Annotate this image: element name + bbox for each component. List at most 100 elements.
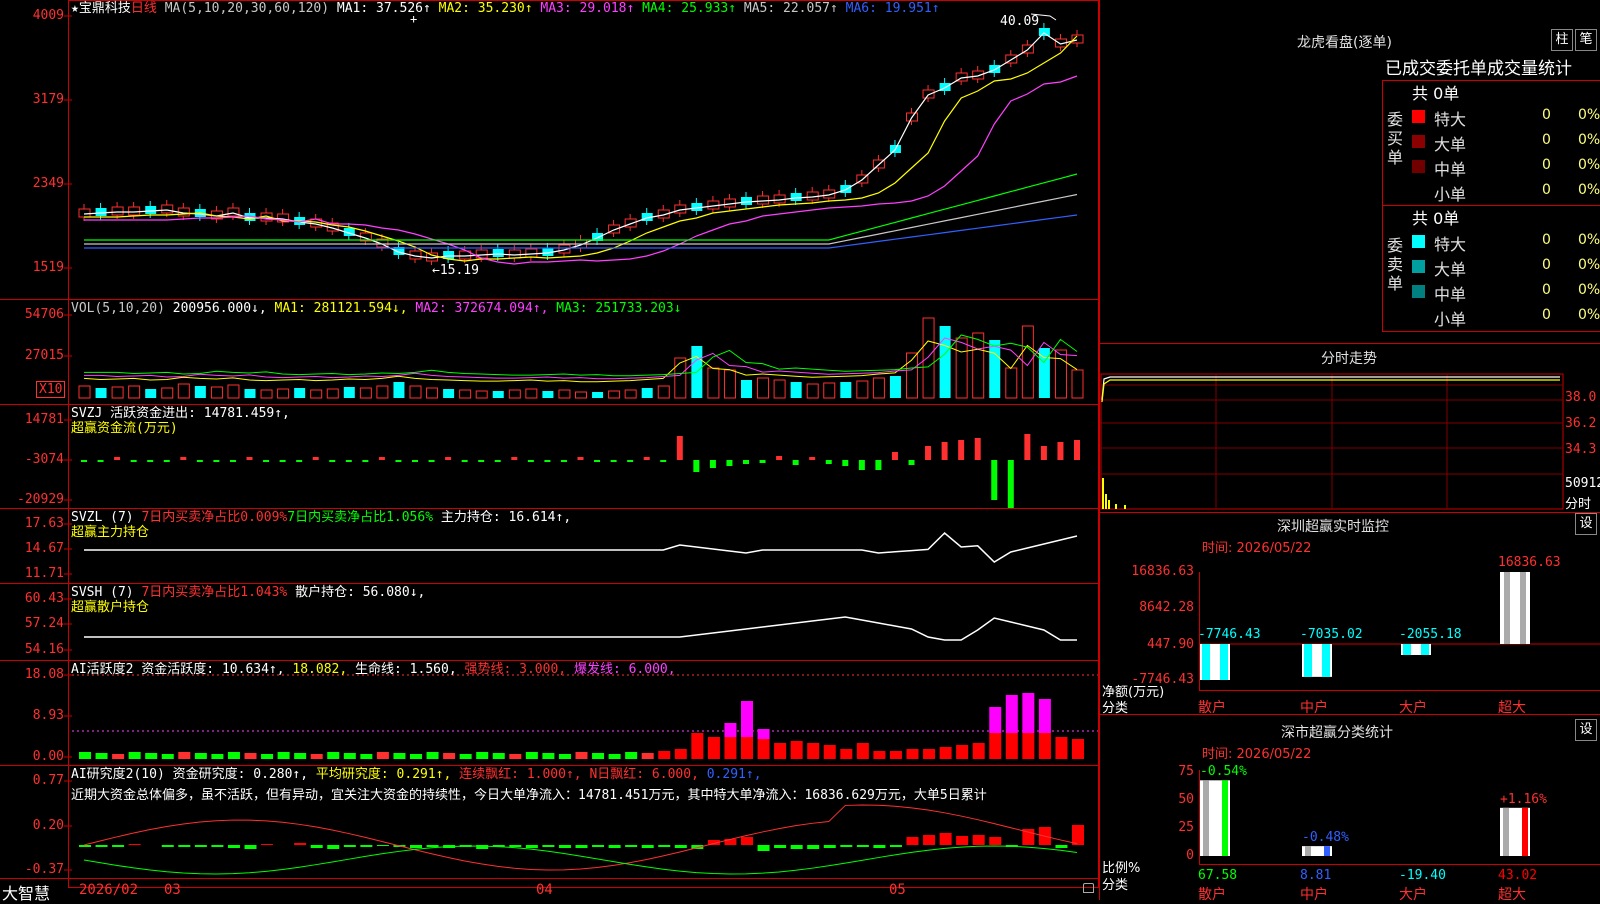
- ma-item-5: MA5: 22.057↑: [736, 1, 838, 16]
- ai-research-header: AI研究度2(10) 资金研究度: 0.280↑, 平均研究度: 0.291↑,…: [71, 767, 762, 782]
- monitor-bar-stripe: [1403, 644, 1411, 655]
- activity-bar: [575, 752, 588, 759]
- volume-bar: [575, 391, 587, 399]
- activity-bar-burst: [757, 729, 770, 739]
- activity-bar: [95, 753, 108, 759]
- activity-bar: [873, 751, 886, 759]
- volume-bar: [194, 386, 206, 398]
- research-bar: [939, 833, 952, 845]
- research-bar: [873, 845, 886, 848]
- classify-delta-0: -0.54%: [1200, 764, 1247, 780]
- classify-bar-中户: [1302, 846, 1332, 856]
- candle-body: [161, 204, 174, 214]
- research-bar: [112, 845, 125, 847]
- activity-bar: [790, 741, 803, 759]
- fund-flow-bar: [991, 460, 998, 500]
- legend-swatch: [1412, 260, 1425, 273]
- buy-row-2: 中单 0 0%: [1412, 155, 1600, 179]
- research-bar: [674, 845, 687, 848]
- fund-flow-bar: [1024, 434, 1031, 460]
- fund-flow-bar: [908, 460, 915, 465]
- buy-row-3: 小单 0 0%: [1412, 180, 1600, 204]
- monitor-cat-3: 超大: [1498, 700, 1526, 716]
- monitor-value-3: 16836.63: [1498, 555, 1561, 570]
- row-pct: 0%: [1578, 107, 1600, 123]
- volume-bar: [210, 386, 223, 399]
- volume-bar: [492, 391, 504, 398]
- research-bar: [757, 845, 770, 851]
- row-pct: 0%: [1578, 307, 1600, 323]
- activity-bar: [476, 752, 489, 759]
- activity-bar: [327, 752, 340, 759]
- dzh-logo[interactable]: 大智慧: [2, 880, 50, 904]
- classify-settings-button[interactable]: 设: [1575, 719, 1597, 741]
- row-count: 0: [1542, 257, 1551, 273]
- vol-axis-1: 27015: [24, 348, 64, 363]
- volume-bar: [277, 388, 290, 399]
- fund-flow-bar: [693, 460, 700, 472]
- candle-body: [78, 208, 91, 218]
- retail-position-line: [84, 616, 1077, 641]
- favorite-star-icon[interactable]: ★: [71, 1, 79, 16]
- longhu-title: 龙虎看盘(逐单): [1297, 35, 1392, 51]
- monitor-cat-0: 散户: [1198, 700, 1226, 716]
- fenshi-title[interactable]: 分时走势: [1321, 348, 1377, 368]
- volume-bar: [741, 380, 752, 398]
- activity-bar: [145, 753, 158, 759]
- research-bar: [741, 837, 753, 845]
- volume-bar: [972, 332, 985, 399]
- fund-flow-bar: [263, 460, 270, 462]
- ai2-axis-1: 8.93: [32, 708, 64, 723]
- bar-mode-button[interactable]: 柱: [1551, 29, 1573, 51]
- ma-item-2: MA2: 35.230↑: [430, 1, 533, 16]
- activity-bar: [360, 754, 373, 759]
- volume-bar: [723, 369, 736, 399]
- classify-axis-3: 0: [1186, 848, 1194, 863]
- volume-bar: [78, 385, 91, 399]
- row-count: 0: [1542, 157, 1551, 173]
- activity-bar: [211, 754, 224, 759]
- fund-flow-bar: [445, 457, 452, 460]
- fund-flow-bar: [1040, 446, 1047, 460]
- classify-bar-散户: [1200, 780, 1230, 856]
- classify-bar-stripe: [1522, 807, 1528, 856]
- res-axis-2: -0.37: [24, 862, 64, 877]
- activity-bar: [542, 753, 555, 759]
- fund-flow-bar: [925, 446, 932, 460]
- row-count: 0: [1542, 132, 1551, 148]
- tick-mode-button[interactable]: 笔: [1575, 29, 1597, 51]
- row-count: 0: [1542, 307, 1551, 323]
- candle-body: [757, 195, 770, 205]
- candle-body: [111, 206, 124, 216]
- ma-header: ★宝鼎科技日线 MA(5,10,20,30,60,120) MA1: 37.52…: [71, 1, 940, 17]
- activity-bar: [592, 753, 605, 759]
- vol-unit-badge: X10: [36, 381, 66, 398]
- classify-cat-1: 中户: [1300, 887, 1328, 903]
- volume-bar: [145, 389, 157, 398]
- stock-name[interactable]: 宝鼎科技: [79, 1, 131, 16]
- row-label: 小单: [1434, 185, 1467, 204]
- activity-bar: [989, 733, 1002, 759]
- classify-title: 深市超赢分类统计: [1281, 725, 1393, 741]
- monitor-bar-stripe: [1304, 644, 1312, 677]
- kline-chart-canvas[interactable]: +: [0, 0, 1600, 900]
- period-label[interactable]: 日线: [131, 1, 157, 16]
- volume-bar: [674, 357, 687, 399]
- fund-flow-bar: [776, 456, 783, 460]
- classify-bar-stripe: [1305, 846, 1311, 856]
- lock-icon[interactable]: [1083, 883, 1094, 893]
- volume-bar: [889, 376, 901, 398]
- volume-bar: [343, 387, 355, 398]
- candle-body: [1038, 28, 1050, 36]
- price-axis-1: 3179: [32, 92, 64, 107]
- volume-bar: [426, 387, 439, 399]
- monitor-bar-中户: [1302, 644, 1332, 677]
- price-axis-2: 2349: [32, 176, 64, 191]
- volume-bar: [475, 390, 488, 399]
- ma-item-1: MA1: 37.526↑: [336, 1, 431, 16]
- svzl-axis-1: 14.67: [24, 541, 64, 556]
- monitor-settings-button[interactable]: 设: [1575, 513, 1597, 535]
- activity-bar: [261, 754, 274, 759]
- svsh-axis-2: 54.16: [24, 642, 64, 657]
- svsh-header: SVSH (7) 7日内买卖净占比1.043% 散户持仓: 56.080↓,: [71, 585, 426, 600]
